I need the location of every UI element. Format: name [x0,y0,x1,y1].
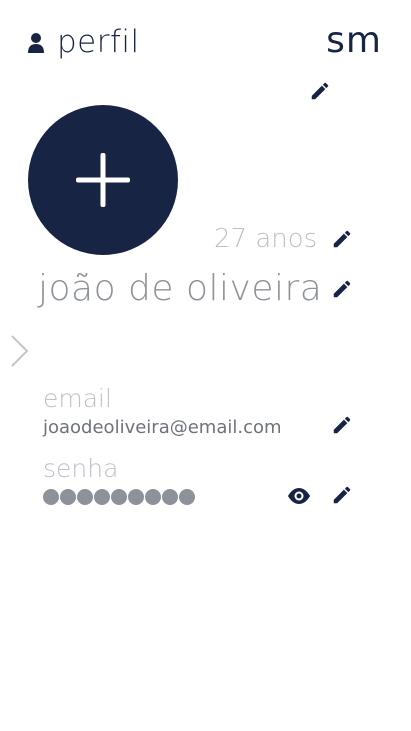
profile-screen: perfil sm 27 anos joão de oliveira email… [0,0,411,731]
edit-age-icon[interactable] [331,228,353,250]
email-value: joaodeoliveira@email.com [43,417,282,438]
page-title: perfil [57,24,140,60]
email-label: email [43,384,112,413]
password-dot [128,489,144,505]
password-dot [43,489,59,505]
plus-icon [76,153,130,207]
age-label: 27 anos [214,224,318,254]
password-dot [60,489,76,505]
user-icon [28,33,44,53]
edit-name-icon[interactable] [331,278,353,300]
user-name: joão de oliveira [38,268,323,309]
password-dot [179,489,195,505]
brand-logo: sm [326,20,382,61]
password-dot [77,489,93,505]
password-dot [94,489,110,505]
password-dot [145,489,161,505]
add-photo-button[interactable] [28,105,178,255]
eye-icon[interactable] [286,485,312,507]
edit-password-icon[interactable] [331,484,353,506]
password-dot [162,489,178,505]
password-dot [111,489,127,505]
password-masked-value [43,489,195,505]
edit-email-icon[interactable] [331,414,353,436]
edit-icon[interactable] [309,80,331,102]
header-title-group: perfil [27,24,140,60]
chevron-right-icon[interactable] [8,333,30,369]
password-label: senha [43,454,119,483]
